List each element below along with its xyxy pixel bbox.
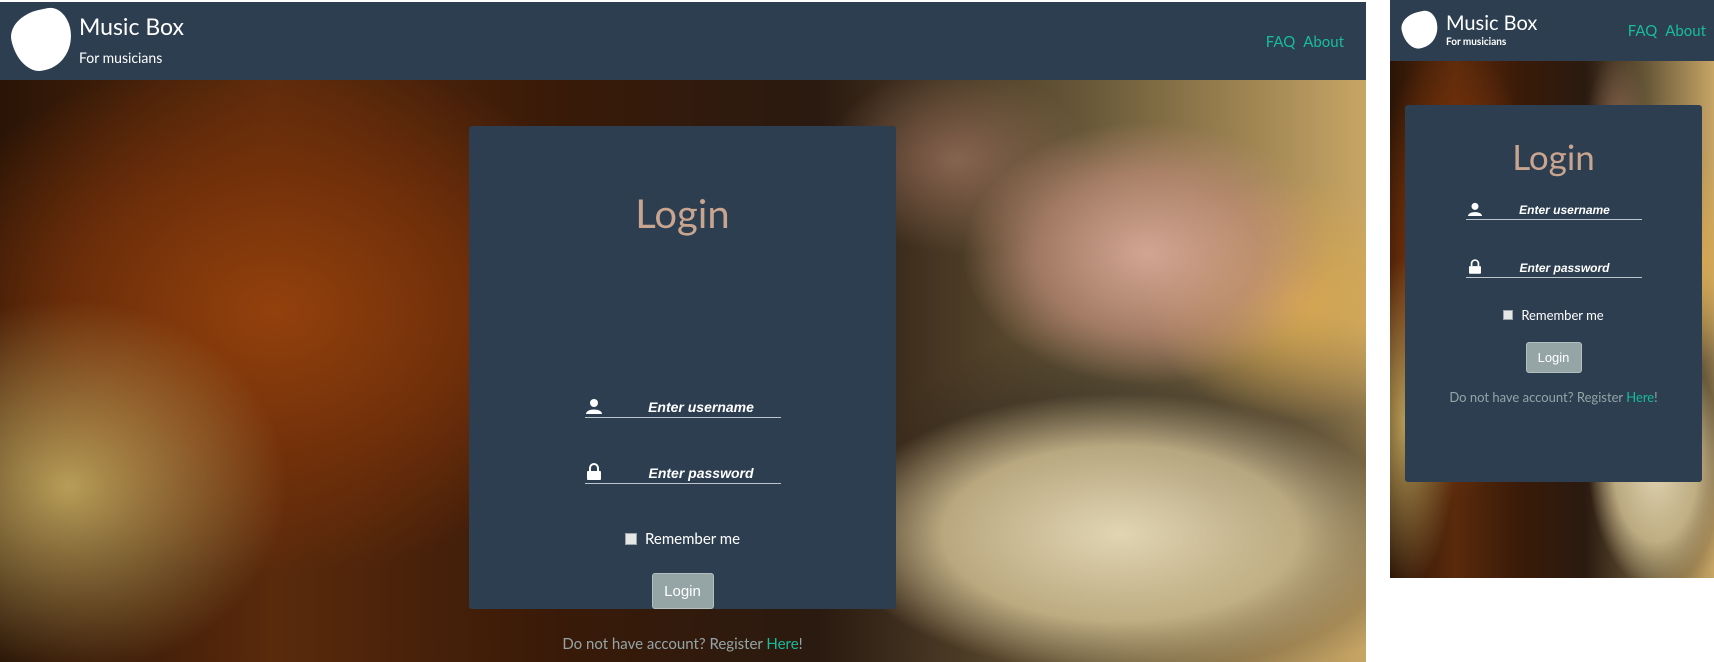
- navbar: Music Box For musicians FAQ About: [0, 2, 1366, 80]
- login-button[interactable]: Login: [651, 573, 714, 609]
- brand-title[interactable]: Music Box: [1446, 11, 1537, 35]
- mobile-view: Music Box For musicians FAQ About Login …: [1390, 0, 1714, 578]
- register-text: Do not have account? Register Here!: [1405, 389, 1702, 405]
- password-field: [584, 458, 800, 484]
- user-icon: [585, 398, 603, 414]
- nav-about-link[interactable]: About: [1665, 22, 1706, 40]
- brand-title[interactable]: Music Box: [79, 12, 184, 40]
- remember-me-label[interactable]: Remember me: [645, 530, 740, 548]
- password-field: [1465, 256, 1646, 278]
- register-here-link[interactable]: Here: [1626, 389, 1654, 405]
- lock-icon: [1466, 259, 1484, 274]
- remember-me-label[interactable]: Remember me: [1521, 307, 1603, 323]
- brand-subtitle: For musicians: [1446, 36, 1507, 48]
- user-icon: [1466, 202, 1484, 216]
- desktop-view: Music Box For musicians FAQ About Login …: [0, 0, 1366, 662]
- register-suffix: !: [798, 635, 803, 653]
- username-input[interactable]: [1483, 203, 1646, 219]
- login-button[interactable]: Login: [1525, 342, 1582, 373]
- remember-me-row: Remember me: [469, 530, 896, 548]
- nav-faq-link[interactable]: FAQ: [1266, 33, 1296, 51]
- username-field: [584, 392, 800, 418]
- remember-me-row: Remember me: [1405, 307, 1702, 323]
- login-title: Login: [635, 189, 730, 237]
- username-field: [1465, 198, 1646, 220]
- nav-faq-link[interactable]: FAQ: [1628, 22, 1658, 40]
- register-here-link[interactable]: Here: [766, 635, 798, 653]
- remember-me-checkbox[interactable]: [625, 533, 637, 545]
- login-card: Login Remember me Login Do not have acco…: [1405, 105, 1702, 482]
- guitar-pick-icon[interactable]: [6, 4, 78, 76]
- password-input[interactable]: [1483, 261, 1646, 277]
- guitar-pick-icon[interactable]: [1398, 8, 1442, 52]
- login-title: Login: [1512, 136, 1595, 178]
- brand-subtitle: For musicians: [79, 49, 163, 66]
- password-input[interactable]: [602, 465, 800, 483]
- login-card: Login Remember me Login Do not have acco…: [469, 126, 896, 653]
- navbar: Music Box For musicians FAQ About: [1390, 0, 1714, 61]
- remember-me-checkbox[interactable]: [1503, 310, 1514, 320]
- register-prefix: Do not have account? Register: [562, 635, 767, 653]
- lock-icon: [585, 463, 603, 480]
- nav-links: FAQ About: [1266, 33, 1344, 51]
- register-text: Do not have account? Register Here!: [469, 635, 896, 653]
- nav-about-link[interactable]: About: [1303, 33, 1344, 51]
- nav-links: FAQ About: [1628, 22, 1706, 40]
- username-input[interactable]: [602, 399, 800, 417]
- register-suffix: !: [1654, 389, 1658, 405]
- register-prefix: Do not have account? Register: [1449, 389, 1627, 405]
